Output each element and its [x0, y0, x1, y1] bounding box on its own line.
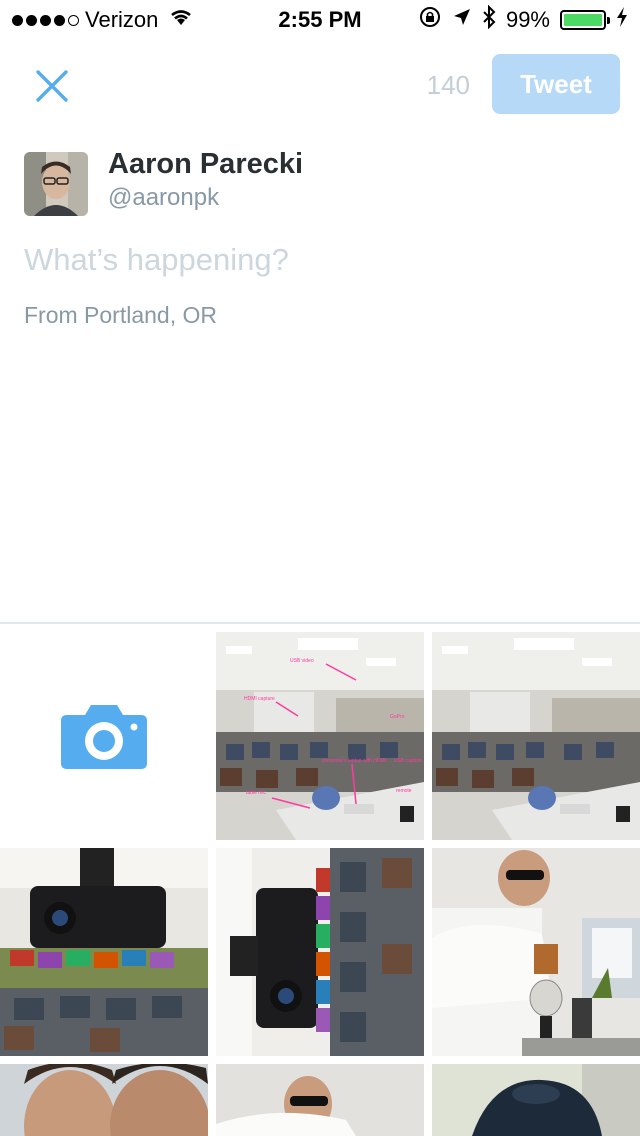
photo-thumbnail[interactable]: USB video HDMI capture GoPro presenter's… — [216, 632, 424, 840]
annotation-label: remote — [396, 788, 412, 794]
camera-button[interactable] — [0, 632, 208, 840]
photo-thumbnail[interactable] — [432, 1064, 640, 1136]
photo-thumbnail[interactable] — [216, 848, 424, 1056]
photo-thumbnail[interactable] — [216, 1064, 424, 1136]
camera-icon — [61, 705, 147, 769]
photo-thumbnail[interactable] — [432, 848, 640, 1056]
annotation-label: GoPro — [390, 714, 405, 720]
annotation-label: USB video — [290, 658, 314, 664]
photo-picker: USB video HDMI capture GoPro presenter's… — [0, 0, 640, 1136]
annotation-label: table mic — [246, 790, 267, 796]
annotation-label: presenter's laptop with HDMI → USB captu… — [322, 758, 422, 764]
annotation-label: HDMI capture — [244, 696, 275, 702]
photo-thumbnail[interactable] — [0, 848, 208, 1056]
photo-thumbnail[interactable] — [432, 632, 640, 840]
photo-thumbnail[interactable] — [0, 1064, 208, 1136]
